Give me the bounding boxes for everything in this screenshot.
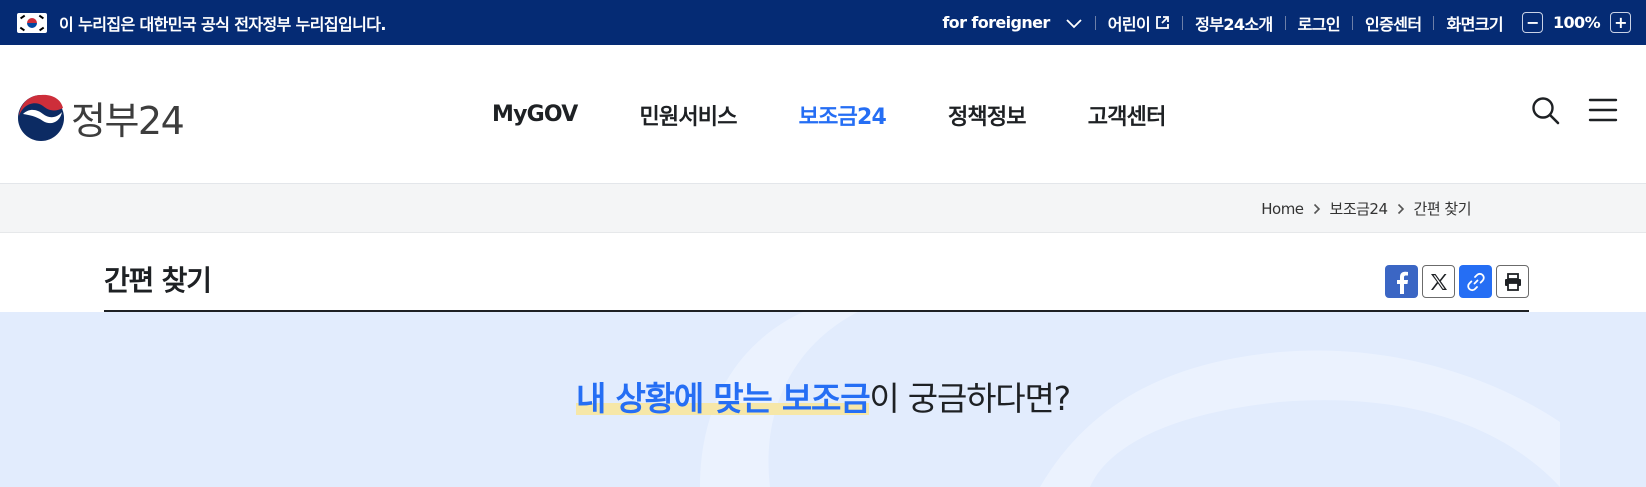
page-title: 간편 찾기 [104, 264, 212, 297]
zoom-level: 100% [1552, 13, 1601, 32]
x-logo-icon [1430, 273, 1447, 290]
screen-size-label: 화면크기 [1446, 14, 1503, 34]
hero-headline: 내 상황에 맞는 보조금이 궁금하다면? [0, 372, 1646, 420]
nav-item-subsidy24[interactable]: 보조금24 [799, 99, 887, 131]
nav-item-mygov[interactable]: MyGOV [492, 102, 578, 127]
chevron-right-icon [1313, 203, 1320, 214]
divider [1182, 15, 1184, 30]
for-foreigner-dropdown[interactable]: for foreigner [942, 13, 1082, 32]
link-icon [1466, 272, 1485, 291]
divider [1094, 15, 1096, 30]
gov-notice-text: 이 누리집은 대한민국 공식 전자정부 누리집입니다. [59, 14, 386, 34]
hero-rest: 이 궁금하다면? [869, 379, 1071, 418]
copy-link-button[interactable] [1459, 265, 1492, 298]
logo-text: 정부24 [71, 99, 185, 143]
about-label: 정부24소개 [1195, 14, 1273, 34]
nav-item-customer-center[interactable]: 고객센터 [1088, 99, 1167, 131]
search-icon[interactable] [1530, 95, 1560, 125]
external-link-icon [1156, 16, 1169, 29]
divider [1352, 15, 1353, 30]
cert-center-link[interactable]: 인증센터 [1365, 11, 1422, 35]
korean-flag-icon [17, 12, 47, 33]
nav-item-civil-service[interactable]: 민원서비스 [639, 99, 737, 131]
x-share-button[interactable] [1422, 265, 1455, 298]
about-link[interactable]: 정부24소개 [1195, 11, 1273, 35]
kids-link[interactable]: 어린이 [1108, 11, 1170, 35]
main-navigation: MyGOV 민원서비스 보조금24 정책정보 고객센터 [492, 45, 1228, 184]
facebook-icon [1396, 271, 1408, 294]
facebook-share-button[interactable] [1385, 265, 1418, 298]
header-tools [1530, 95, 1618, 125]
breadcrumb-bar: Home 보조금24 간편 찾기 [0, 184, 1646, 233]
divider [1284, 15, 1286, 30]
utility-menu: for foreigner 어린이 정부24소개 로그인 인증센터 화면크기 −… [942, 0, 1631, 45]
page-title-row: 간편 찾기 [104, 233, 1529, 312]
zoom-in-button[interactable]: + [1610, 12, 1631, 33]
hero-emphasis: 내 상황에 맞는 보조금 [576, 379, 871, 418]
chevron-down-icon [1066, 18, 1082, 28]
breadcrumb: Home 보조금24 간편 찾기 [1261, 184, 1471, 233]
government-emblem-icon [18, 94, 64, 141]
breadcrumb-subsidy24[interactable]: 보조금24 [1330, 198, 1389, 219]
share-tools [1385, 265, 1529, 298]
kids-label: 어린이 [1107, 14, 1151, 34]
divider [1433, 15, 1435, 30]
breadcrumb-home[interactable]: Home [1261, 200, 1304, 218]
login-link[interactable]: 로그인 [1297, 11, 1341, 35]
hero-banner: 내 상황에 맞는 보조금이 궁금하다면? [0, 312, 1646, 487]
print-button[interactable] [1496, 265, 1529, 298]
cert-center-label: 인증센터 [1365, 14, 1422, 34]
zoom-out-button[interactable]: − [1521, 12, 1543, 33]
logo-link[interactable]: 정부24 [17, 90, 185, 145]
printer-icon [1504, 272, 1521, 291]
screen-size-control: 화면크기 − 100% + [1446, 11, 1631, 35]
gov-notice: 이 누리집은 대한민국 공식 전자정부 누리집입니다. [17, 0, 386, 45]
government-notice-bar: 이 누리집은 대한민국 공식 전자정부 누리집입니다. for foreigne… [0, 0, 1646, 45]
menu-icon[interactable] [1588, 95, 1618, 125]
login-label: 로그인 [1297, 14, 1341, 34]
nav-item-policy-info[interactable]: 정책정보 [948, 99, 1027, 131]
chevron-right-icon [1397, 203, 1404, 214]
for-foreigner-label: for foreigner [942, 13, 1050, 32]
site-header: 정부24 MyGOV 민원서비스 보조금24 정책정보 고객센터 [0, 45, 1646, 184]
breadcrumb-current: 간편 찾기 [1413, 200, 1472, 218]
